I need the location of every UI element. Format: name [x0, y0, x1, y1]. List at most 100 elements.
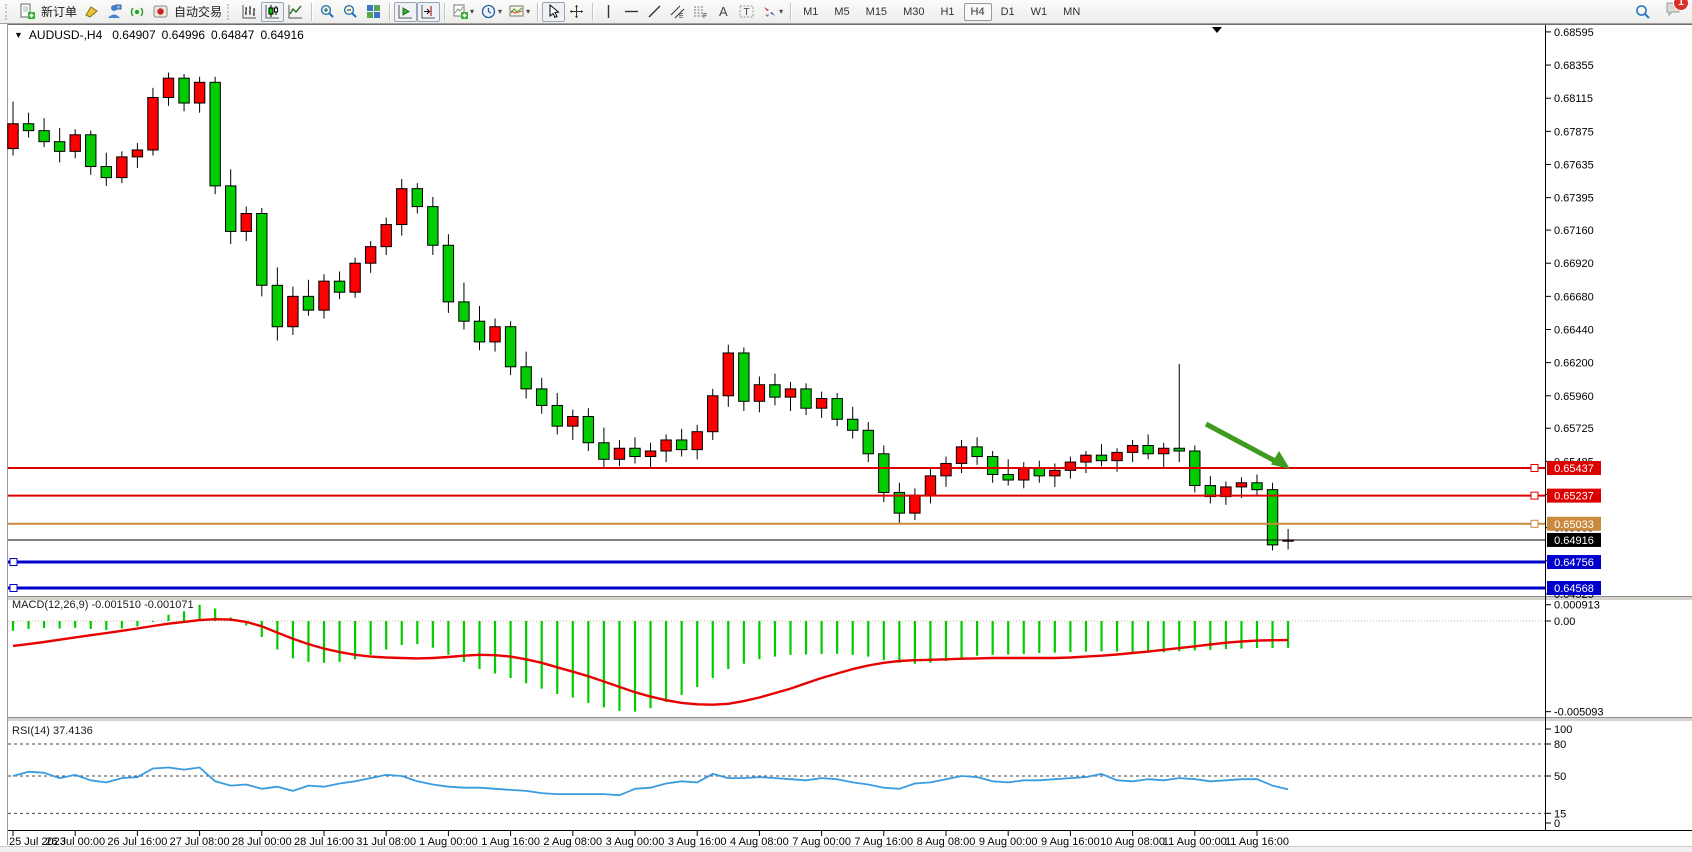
macd-histogram-bar: [1054, 621, 1056, 653]
templates-button[interactable]: ▾: [505, 2, 533, 22]
new-order-label[interactable]: 新订单: [41, 3, 77, 20]
macd-pane[interactable]: [8, 601, 1545, 717]
autotrading-button[interactable]: [149, 2, 172, 22]
line-handle[interactable]: [10, 559, 17, 566]
candle: [412, 189, 422, 207]
candlestick-chart-button[interactable]: [261, 2, 284, 22]
macd-histogram-bar: [1132, 621, 1134, 652]
macd-histogram-bar: [789, 621, 791, 655]
timeframe-w1[interactable]: W1: [1024, 3, 1055, 21]
trendline-button[interactable]: [643, 2, 666, 22]
macd-histogram-bar: [914, 621, 916, 664]
timeframe-d1[interactable]: D1: [994, 3, 1022, 21]
fibonacci-button[interactable]: F: [689, 2, 712, 22]
auto-scroll-button[interactable]: [394, 2, 417, 22]
macd-histogram-bar: [727, 621, 729, 669]
line-handle[interactable]: [1531, 520, 1538, 527]
new-order-button[interactable]: [16, 2, 39, 22]
candle: [179, 78, 189, 103]
candle: [210, 82, 220, 186]
date-axis-label: 1 Aug 00:00: [419, 836, 478, 848]
add-indicator-button[interactable]: ▾: [449, 2, 477, 22]
candle: [39, 131, 49, 142]
chart-shift-button[interactable]: [417, 2, 440, 22]
candle: [86, 135, 96, 167]
text-label-icon: T: [738, 3, 755, 20]
macd-histogram-bar: [401, 621, 403, 645]
macd-histogram-bar: [478, 621, 480, 669]
candle: [552, 405, 562, 426]
candle: [381, 225, 391, 247]
market-watch-icon: [106, 3, 123, 20]
candle: [288, 296, 298, 326]
price-tag-label: 0.64756: [1554, 557, 1594, 569]
timeframe-m5[interactable]: M5: [827, 3, 856, 21]
market-watch-button[interactable]: [103, 2, 126, 22]
bar-chart-button[interactable]: [238, 2, 261, 22]
price-pane[interactable]: [8, 25, 1545, 596]
profiles-button[interactable]: [80, 2, 103, 22]
candle: [661, 440, 671, 451]
zoom-in-button[interactable]: [316, 2, 339, 22]
macd-histogram-bar: [494, 621, 496, 674]
macd-histogram-bar: [634, 621, 636, 712]
timeframe-h1[interactable]: H1: [933, 3, 961, 21]
text-label-button[interactable]: T: [735, 2, 758, 22]
timeframe-mn[interactable]: MN: [1056, 3, 1087, 21]
candle: [1096, 455, 1106, 461]
timeframe-h4[interactable]: H4: [964, 3, 992, 21]
cursor-button[interactable]: [542, 2, 565, 22]
bar-chart-icon: [241, 3, 258, 20]
toolbar-separator: [389, 3, 390, 21]
crosshair-button[interactable]: [565, 2, 588, 22]
horizontal-line-button[interactable]: [620, 2, 643, 22]
macd-histogram-bar: [572, 621, 574, 698]
candle: [1127, 445, 1137, 452]
equidistant-channel-button[interactable]: E: [666, 2, 689, 22]
macd-histogram-bar: [898, 621, 900, 663]
search-icon[interactable]: [1634, 3, 1652, 21]
timeframe-m15[interactable]: M15: [859, 3, 894, 21]
timeframe-m30[interactable]: M30: [896, 3, 931, 21]
text-button[interactable]: A: [712, 2, 735, 22]
candle: [614, 448, 624, 459]
candle: [723, 353, 733, 396]
price-tag-label: 0.65033: [1554, 519, 1594, 531]
line-chart-button[interactable]: [284, 2, 307, 22]
timeframe-m1[interactable]: M1: [796, 3, 825, 21]
vertical-line-button[interactable]: [597, 2, 620, 22]
macd-histogram-bar: [883, 621, 885, 660]
macd-histogram-bar: [199, 605, 201, 621]
line-handle[interactable]: [10, 585, 17, 592]
date-axis-label: 1 Aug 16:00: [481, 836, 540, 848]
chart-canvas[interactable]: 0.685950.683550.681150.678750.676350.673…: [0, 0, 1692, 852]
macd-signal-value: -0.001071: [144, 599, 194, 611]
macd-histogram-bar: [385, 621, 387, 649]
macd-indicator-label: MACD(12,26,9) -0.001510 -0.001071: [12, 599, 194, 611]
notifications-button[interactable]: 1: [1664, 0, 1682, 23]
line-chart-icon: [287, 3, 304, 20]
signals-icon: [129, 3, 146, 20]
svg-text:E: E: [679, 13, 684, 20]
chart-menu-triangle-icon[interactable]: ▼: [14, 30, 23, 40]
channel-icon: E: [669, 3, 686, 20]
candle: [1143, 445, 1153, 453]
zoom-out-button[interactable]: [339, 2, 362, 22]
candle: [770, 385, 780, 397]
price-axis-label: 0.66440: [1554, 324, 1594, 336]
candle: [754, 385, 764, 402]
line-handle[interactable]: [1531, 464, 1538, 471]
candle: [443, 245, 453, 302]
signals-button[interactable]: [126, 2, 149, 22]
autotrading-label[interactable]: 自动交易: [174, 3, 222, 20]
periods-button[interactable]: ▾: [477, 2, 505, 22]
arrows-tool-button[interactable]: ▾: [758, 2, 786, 22]
toolbar-grip[interactable]: [5, 4, 12, 20]
chevron-down-icon: ▾: [470, 7, 474, 16]
price-axis-label: 0.66200: [1554, 358, 1594, 370]
tile-windows-button[interactable]: [362, 2, 385, 22]
line-handle[interactable]: [1531, 492, 1538, 499]
chevron-down-icon: ▾: [779, 7, 783, 16]
crosshair-icon: [568, 3, 585, 20]
toolbar-grip[interactable]: [227, 4, 234, 20]
